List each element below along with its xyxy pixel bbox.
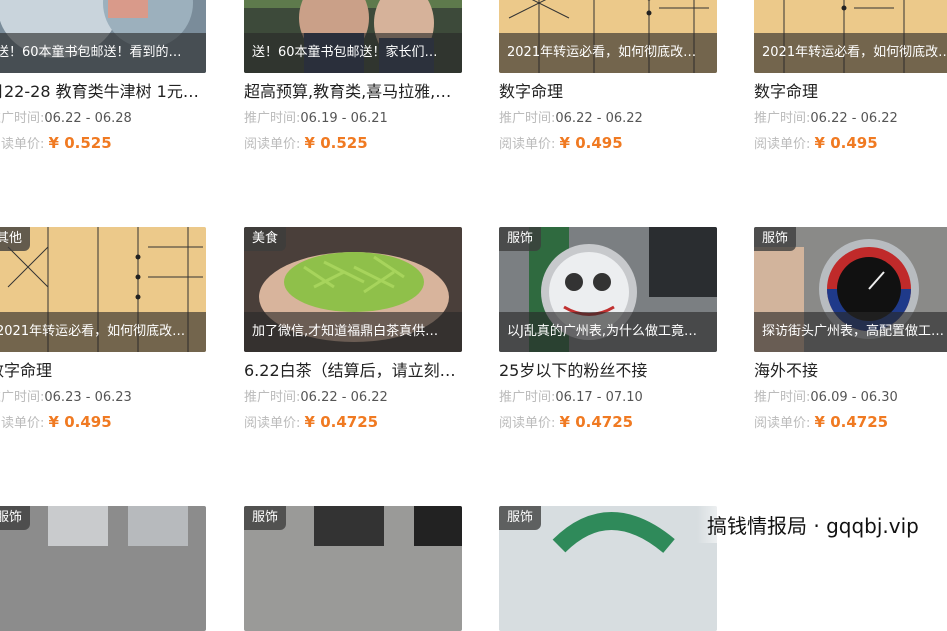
read-price-value: ¥ 0.4725 [814,413,889,431]
read-price: 阅读单价: ¥ 0.495 [0,414,210,432]
promo-period-value: 06.22 - 06.22 [300,390,388,405]
card-thumbnail[interactable]: 2021年转运必看，如何彻底改… [754,0,947,73]
ad-card[interactable]: 服饰 以J乱真的广州表,为什么做工竟… 25岁以下的粉丝不接 推广时间:06.1… [499,227,721,432]
read-price-value: ¥ 0.495 [559,134,623,152]
category-badge: 服饰 [244,506,287,530]
read-price-label: 阅读单价: [0,416,45,431]
read-price-value: ¥ 0.495 [814,134,878,152]
card-thumbnail[interactable]: 送！60本童书包邮送！看到的… [0,0,206,73]
thumbnail-caption: 探访街头广州表，高配置做工… [754,312,947,352]
thumbnail-caption: 送！60本童书包邮送！家长们… [244,33,462,73]
category-badge: 服饰 [499,227,542,251]
ad-card[interactable]: 美食 加了微信,才知道福鼎白茶真供… 6.22白茶（结算后，请立刻… 推广时间:… [244,227,466,432]
ad-card[interactable]: 服饰 探访街头广州表，高配置做工… 海外不接 推广时间:06.09 - 06.3… [754,227,947,432]
promo-period-value: 06.17 - 07.10 [555,390,643,405]
card-title[interactable]: 6.22白茶（结算后，请立刻… [244,360,466,382]
thumbnail-caption: 加了微信,才知道福鼎白茶真供… [244,312,462,352]
read-price-label: 阅读单价: [754,137,811,152]
read-price: 阅读单价: ¥ 0.4725 [244,414,466,432]
card-thumbnail[interactable]: 服饰 探访街头广州表，高配置做工… [754,227,947,352]
read-price: 阅读单价: ¥ 0.525 [0,135,210,153]
promo-period-value: 06.19 - 06.21 [300,111,388,126]
promo-period: 推广时间:06.22 - 06.28 [0,111,210,127]
ad-card[interactable]: 送！60本童书包邮送！家长们… 超高预算,教育类,喜马拉雅,牛… 推广时间:06… [244,0,466,153]
card-title[interactable]: 数字命理 [754,81,947,103]
promo-period-label: 推广时间: [499,390,556,405]
read-price: 阅读单价: ¥ 0.4725 [754,414,947,432]
promo-period-value: 06.22 - 06.22 [555,111,643,126]
read-price: 阅读单价: ¥ 0.495 [499,135,721,153]
ad-card[interactable]: 2021年转运必看，如何彻底改… 数字命理 推广时间:06.22 - 06.22… [754,0,947,153]
promo-period: 推广时间:06.19 - 06.21 [244,111,466,127]
card-thumbnail[interactable]: 送！60本童书包邮送！家长们… [244,0,462,73]
read-price-label: 阅读单价: [0,137,45,152]
card-thumbnail[interactable]: 服饰 [499,506,717,631]
read-price-value: ¥ 0.4725 [304,413,379,431]
read-price-label: 阅读单价: [244,416,301,431]
promo-period-label: 推广时间: [754,390,811,405]
promo-period-label: 推广时间: [0,390,45,405]
thumbnail-caption: 以J乱真的广州表,为什么做工竟… [499,312,717,352]
category-badge: 服饰 [499,506,542,530]
read-price-label: 阅读单价: [754,416,811,431]
ad-card[interactable]: 服饰 [499,506,721,631]
read-price-value: ¥ 0.495 [48,413,112,431]
watermark-text: 搞钱情报局 · gqqbj.vip [707,514,919,538]
promo-period: 推广时间:06.23 - 06.23 [0,390,210,406]
thumbnail-caption: 送！60本童书包邮送！看到的… [0,33,206,73]
card-thumbnail[interactable]: 美食 加了微信,才知道福鼎白茶真供… [244,227,462,352]
category-badge: 美食 [244,227,287,251]
read-price: 阅读单价: ¥ 0.4725 [499,414,721,432]
thumbnail-image [0,506,206,631]
read-price-value: ¥ 0.4725 [559,413,634,431]
promo-period-label: 推广时间: [754,111,811,126]
read-price: 阅读单价: ¥ 0.525 [244,135,466,153]
promo-period-label: 推广时间: [0,111,45,126]
read-price-value: ¥ 0.525 [48,134,112,152]
ad-card[interactable]: 服饰 [0,506,210,631]
promo-period-value: 06.22 - 06.28 [44,111,132,126]
promo-period-value: 06.23 - 06.23 [44,390,132,405]
card-thumbnail[interactable]: 服饰 [0,506,206,631]
read-price: 阅读单价: ¥ 0.495 [754,135,947,153]
thumbnail-caption: 2021年转运必看，如何彻底改… [754,33,947,73]
promo-period-value: 06.09 - 06.30 [810,390,898,405]
promo-period: 推广时间:06.09 - 06.30 [754,390,947,406]
watermark: 搞钱情报局 · gqqbj.vip [697,496,947,543]
read-price-label: 阅读单价: [244,137,301,152]
promo-period: 推广时间:06.22 - 06.22 [499,111,721,127]
promo-period-label: 推广时间: [244,111,301,126]
card-thumbnail[interactable]: 服饰 以J乱真的广州表,为什么做工竟… [499,227,717,352]
card-title[interactable]: 超高预算,教育类,喜马拉雅,牛… [244,81,466,103]
ad-card[interactable]: 其他 2021年转运必看，如何彻底改… 数字命理 推广时间:06.23 - 06… [0,227,210,432]
category-badge: 服饰 [754,227,797,251]
read-price-label: 阅读单价: [499,137,556,152]
read-price-label: 阅读单价: [499,416,556,431]
read-price-value: ¥ 0.525 [304,134,368,152]
card-title[interactable]: 25岁以下的粉丝不接 [499,360,721,382]
thumbnail-caption: 2021年转运必看，如何彻底改… [499,33,717,73]
card-thumbnail[interactable]: 其他 2021年转运必看，如何彻底改… [0,227,206,352]
ad-card[interactable]: 送！60本童书包邮送！看到的… 月22-28 教育类牛津树 1元… 推广时间:0… [0,0,210,153]
ad-card[interactable]: 服饰 [244,506,466,631]
card-title[interactable]: 海外不接 [754,360,947,382]
thumbnail-caption: 2021年转运必看，如何彻底改… [0,312,206,352]
card-title[interactable]: 月22-28 教育类牛津树 1元… [0,81,210,103]
category-badge: 其他 [0,227,31,251]
promo-period: 推广时间:06.17 - 07.10 [499,390,721,406]
category-badge: 服饰 [0,506,31,530]
promo-period: 推广时间:06.22 - 06.22 [244,390,466,406]
card-thumbnail[interactable]: 服饰 [244,506,462,631]
promo-period-label: 推广时间: [244,390,301,405]
card-title[interactable]: 数字命理 [499,81,721,103]
ad-card[interactable]: 2021年转运必看，如何彻底改… 数字命理 推广时间:06.22 - 06.22… [499,0,721,153]
promo-period-value: 06.22 - 06.22 [810,111,898,126]
promo-period-label: 推广时间: [499,111,556,126]
promo-period: 推广时间:06.22 - 06.22 [754,111,947,127]
card-title[interactable]: 数字命理 [0,360,210,382]
card-thumbnail[interactable]: 2021年转运必看，如何彻底改… [499,0,717,73]
